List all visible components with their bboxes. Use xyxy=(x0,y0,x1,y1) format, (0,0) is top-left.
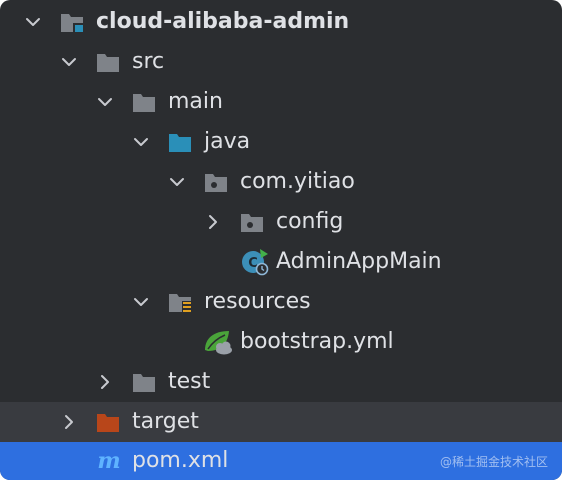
folder-icon xyxy=(133,94,155,112)
tree-row-target[interactable]: target xyxy=(0,402,562,442)
module-folder-icon xyxy=(61,14,83,32)
tree-label-java: java xyxy=(204,129,251,154)
tree-label-pom-xml: pom.xml xyxy=(132,448,229,473)
chevron-down-icon[interactable] xyxy=(24,13,42,31)
tree-label-src: src xyxy=(132,49,165,74)
chevron-down-icon[interactable] xyxy=(96,93,114,111)
spring-boot-class-icon: C xyxy=(242,249,269,276)
tree-row-src[interactable]: src xyxy=(0,42,562,82)
package-icon xyxy=(241,214,263,232)
tree-row-config[interactable]: config xyxy=(0,202,562,242)
tree-row-com-yitiao[interactable]: com.yitiao xyxy=(0,162,562,202)
excluded-folder-icon xyxy=(97,414,119,432)
tree-label-resources: resources xyxy=(204,289,311,314)
chevron-right-icon[interactable] xyxy=(60,413,78,431)
package-icon xyxy=(205,174,227,192)
tree-label-target: target xyxy=(132,409,199,434)
chevron-right-icon[interactable] xyxy=(96,373,114,391)
tree-row-admin-app-main[interactable]: C AdminAppMain xyxy=(0,242,562,282)
tree-row-resources[interactable]: resources xyxy=(0,282,562,322)
svg-text:m: m xyxy=(97,450,120,472)
chevron-right-icon[interactable] xyxy=(204,213,222,231)
tree-row-bootstrap-yml[interactable]: bootstrap.yml xyxy=(0,322,562,362)
tree-label-admin-app-main: AdminAppMain xyxy=(276,249,442,274)
maven-icon: m xyxy=(97,450,120,472)
chevron-down-icon[interactable] xyxy=(168,173,186,191)
tree-row-java[interactable]: java xyxy=(0,122,562,162)
tree-label-main: main xyxy=(168,89,223,114)
project-tree-panel: cloud-alibaba-admin src main java com.yi… xyxy=(0,0,562,480)
tree-label-package: com.yitiao xyxy=(240,169,355,194)
tree-label-root: cloud-alibaba-admin xyxy=(96,9,350,34)
tree-label-config: config xyxy=(276,209,344,234)
chevron-down-icon[interactable] xyxy=(132,133,150,151)
resources-folder-icon xyxy=(169,294,192,313)
chevron-down-icon[interactable] xyxy=(60,53,78,71)
tree-label-bootstrap-yml: bootstrap.yml xyxy=(240,329,394,354)
spring-config-file-icon xyxy=(205,331,232,355)
folder-icon xyxy=(97,54,119,72)
source-root-folder-icon xyxy=(169,134,191,152)
tree-row-pom-xml[interactable]: m pom.xml @稀土掘金技术社区 xyxy=(0,442,562,480)
tree-row-test[interactable]: test xyxy=(0,362,562,402)
chevron-down-icon[interactable] xyxy=(132,293,150,311)
tree-row-cloud-alibaba-admin[interactable]: cloud-alibaba-admin xyxy=(0,2,562,42)
tree-label-test: test xyxy=(168,369,211,394)
watermark-text: @稀土掘金技术社区 xyxy=(439,455,548,469)
tree-row-main[interactable]: main xyxy=(0,82,562,122)
folder-icon xyxy=(133,374,155,392)
